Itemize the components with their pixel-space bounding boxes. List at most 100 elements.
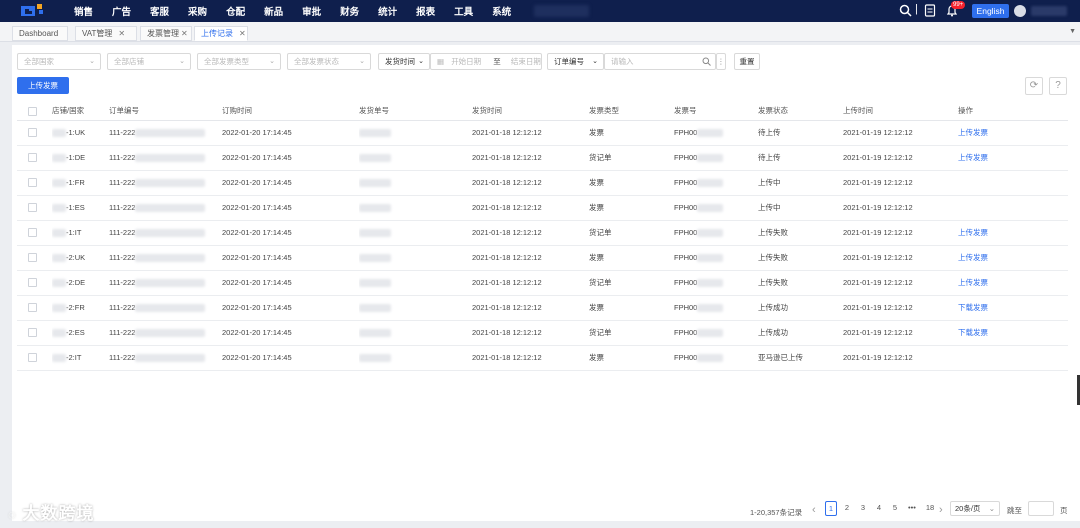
search-field-select[interactable]: 订单编号 ⌄	[547, 53, 604, 70]
invoice-status-select[interactable]: 全部发票状态 ⌄	[287, 53, 371, 70]
nav-item[interactable]: 仓配	[226, 4, 245, 18]
nav-item[interactable]: 工具	[454, 4, 473, 18]
tab-invoice-manage[interactable]: 发票管理 ✕	[140, 26, 192, 41]
row-action-link[interactable]: 上传发票	[958, 128, 988, 137]
nav-item[interactable]: 销售	[74, 4, 93, 18]
country-select[interactable]: 全部国家 ⌄	[17, 53, 101, 70]
invoice-type-cell: 发票	[589, 245, 674, 271]
page-number[interactable]: 5	[889, 501, 901, 516]
row-action-link[interactable]: 上传发票	[958, 253, 988, 262]
page-size-select[interactable]: 20条/页 ⌄	[950, 501, 1000, 516]
row-checkbox[interactable]	[28, 278, 37, 288]
close-icon[interactable]: ✕	[239, 29, 246, 38]
time-type-select[interactable]: 发货时间 ⌄	[378, 53, 430, 70]
nav-item[interactable]: 采购	[188, 4, 207, 18]
table-row[interactable]: -2:ES 111-222 2022-01-20 17:14:45 2021-01-1…	[17, 320, 1068, 346]
invoice-number-cell: FPH00	[674, 295, 758, 321]
upload-invoice-button[interactable]: 上传发票	[17, 77, 69, 94]
page-number[interactable]: 3	[857, 501, 869, 516]
col-invoice-number[interactable]: 发票号	[674, 102, 758, 121]
page-number[interactable]: 18	[923, 501, 937, 516]
col-upload-time[interactable]: 上传时间	[843, 102, 958, 121]
end-date[interactable]: 结束日期	[511, 57, 541, 66]
tab-upload-records[interactable]: 上传记录 ✕	[194, 26, 248, 41]
col-ship-time[interactable]: 发货时间	[472, 102, 589, 121]
col-invoice-status[interactable]: 发票状态	[758, 102, 843, 121]
select-all-checkbox[interactable]	[28, 106, 37, 116]
store-select[interactable]: 全部店铺 ⌄	[107, 53, 191, 70]
row-checkbox[interactable]	[28, 303, 37, 313]
page-number[interactable]: 2	[841, 501, 853, 516]
close-icon[interactable]: ✕	[118, 29, 125, 38]
more-options-icon[interactable]: ⋮	[716, 53, 726, 70]
refresh-icon[interactable]: ⟳	[1025, 77, 1043, 95]
row-checkbox[interactable]	[28, 153, 37, 163]
nav-item[interactable]: 审批	[302, 4, 321, 18]
table-row[interactable]: -2:DE 111-222 2022-01-20 17:14:45 2021-01-1…	[17, 270, 1068, 296]
table-row[interactable]: -1:FR 111-222 2022-01-20 17:14:45 2021-01-1…	[17, 170, 1068, 196]
order-number: 111-222	[109, 127, 136, 137]
row-action-link[interactable]: 下载发票	[958, 303, 988, 312]
page-tabs: Dashboard VAT管理 ✕ 发票管理 ✕ 上传记录 ✕ ▼	[0, 22, 1080, 42]
nav-item[interactable]: 系统	[492, 4, 511, 18]
col-invoice-type[interactable]: 发票类型	[589, 102, 674, 121]
avatar[interactable]	[1014, 5, 1026, 17]
help-icon[interactable]: ?	[1049, 77, 1067, 95]
row-checkbox[interactable]	[28, 353, 37, 363]
row-action-link[interactable]: 上传发票	[958, 228, 988, 237]
row-action-link[interactable]: 下载发票	[958, 328, 988, 337]
username-redacted[interactable]	[1031, 6, 1067, 16]
chevron-down-icon[interactable]: ▼	[1069, 28, 1076, 35]
table-row[interactable]: -2:IT 111-222 2022-01-20 17:14:45 2021-01-1…	[17, 345, 1068, 371]
company-logo[interactable]	[18, 2, 48, 20]
row-checkbox[interactable]	[28, 128, 37, 138]
nav-item[interactable]: 客服	[150, 4, 169, 18]
table-row[interactable]: -1:DE 111-222 2022-01-20 17:14:45 2021-01-1…	[17, 145, 1068, 171]
goto-page-input[interactable]	[1028, 501, 1054, 516]
nav-item[interactable]: 统计	[378, 4, 397, 18]
table-row[interactable]: -1:ES 111-222 2022-01-20 17:14:45 2021-01-1…	[17, 195, 1068, 221]
search-icon[interactable]	[899, 4, 912, 17]
order-time-cell: 2022-01-20 17:14:45	[222, 320, 359, 346]
prev-page-icon[interactable]: ‹	[812, 504, 816, 520]
nav-item[interactable]: 新品	[264, 4, 283, 18]
col-shipment-number[interactable]: 发货单号	[359, 102, 472, 121]
table-row[interactable]: -1:IT 111-222 2022-01-20 17:14:45 2021-01-1…	[17, 220, 1068, 246]
redacted-text	[135, 154, 206, 162]
row-checkbox[interactable]	[28, 203, 37, 213]
next-page-icon[interactable]: ›	[939, 504, 943, 520]
col-store-country[interactable]: 店铺/国家	[52, 102, 109, 121]
table-row[interactable]: -2:UK 111-222 2022-01-20 17:14:45 2021-01-1…	[17, 245, 1068, 271]
language-button[interactable]: English	[972, 4, 1009, 18]
row-checkbox[interactable]	[28, 328, 37, 338]
nav-item[interactable]: 报表	[416, 4, 435, 18]
col-order-time[interactable]: 订购时间	[222, 102, 359, 121]
table-row[interactable]: -1:UK 111-222 2022-01-20 17:14:45 2021-01-1…	[17, 120, 1068, 146]
invoice-type-select[interactable]: 全部发票类型 ⌄	[197, 53, 281, 70]
start-date[interactable]: 开始日期	[451, 57, 481, 66]
page-number[interactable]: 4	[873, 501, 885, 516]
search-icon[interactable]	[702, 57, 711, 66]
col-order-number[interactable]: 订单编号	[109, 102, 222, 121]
page-ellipsis[interactable]: •••	[905, 501, 919, 516]
invoice-number-cell: FPH00	[674, 195, 758, 221]
tab-dashboard[interactable]: Dashboard	[12, 26, 68, 41]
row-checkbox[interactable]	[28, 253, 37, 263]
tab-vat[interactable]: VAT管理 ✕	[75, 26, 137, 41]
nav-item[interactable]: 广告	[112, 4, 131, 18]
reset-button[interactable]: 重置	[734, 53, 760, 70]
close-icon[interactable]: ✕	[181, 29, 188, 38]
table-row[interactable]: -2:FR 111-222 2022-01-20 17:14:45 2021-01-1…	[17, 295, 1068, 321]
shipment-number-cell	[359, 270, 472, 296]
row-checkbox[interactable]	[28, 228, 37, 238]
row-checkbox[interactable]	[28, 178, 37, 188]
document-icon[interactable]	[924, 4, 936, 17]
nav-item[interactable]: 财务	[340, 4, 359, 18]
date-range-picker[interactable]: ▦ 开始日期 至 结束日期	[430, 53, 542, 70]
row-action-link[interactable]: 上传发票	[958, 153, 988, 162]
search-input[interactable]: 请输入	[604, 53, 716, 70]
page-number[interactable]: 1	[825, 501, 837, 516]
store-country: -1:IT	[66, 227, 82, 237]
redacted-text	[359, 254, 391, 262]
row-action-link[interactable]: 上传发票	[958, 278, 988, 287]
